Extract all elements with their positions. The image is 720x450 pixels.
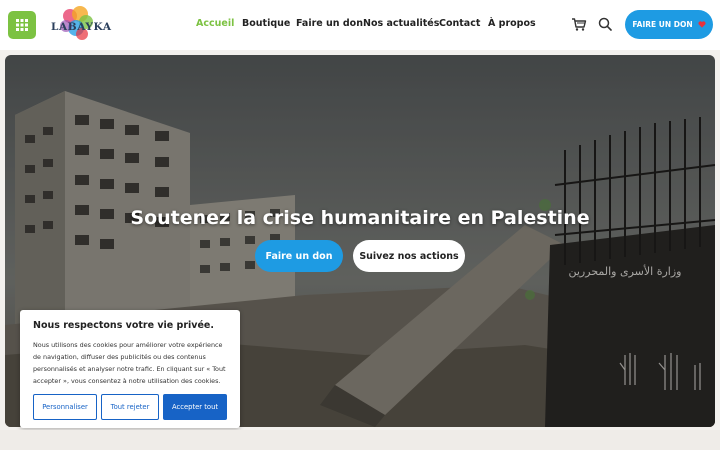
hero-follow-button[interactable]: Suivez nos actions xyxy=(353,240,465,272)
nav-item-boutique[interactable]: Boutique xyxy=(242,18,290,29)
hero-title: Soutenez la crise humanitaire en Palesti… xyxy=(130,207,590,229)
nav-item-faire-un-don[interactable]: Faire un don xyxy=(296,18,363,29)
logo-text: LABAYKA xyxy=(51,21,112,33)
cookie-reject-button[interactable]: Tout rejeter xyxy=(101,394,159,420)
nav-item-actualites[interactable]: Nos actualités xyxy=(363,18,439,29)
donate-header-button[interactable]: FAIRE UN DON xyxy=(625,10,713,39)
heart-icon xyxy=(698,21,706,28)
nav-item-accueil[interactable]: Accueil xyxy=(196,18,234,29)
cookie-title: Nous respectons votre vie privée. xyxy=(33,320,214,331)
donate-header-label: FAIRE UN DON xyxy=(632,20,693,29)
menu-grid-button[interactable] xyxy=(8,11,36,39)
site-header: LABAYKA Accueil Boutique Faire un don No… xyxy=(0,0,720,50)
hero-donate-button[interactable]: Faire un don xyxy=(255,240,343,272)
cookie-consent-banner: Nous respectons votre vie privée. Nous u… xyxy=(20,310,240,428)
nav-item-contact[interactable]: Contact xyxy=(439,18,480,29)
nav-item-a-propos[interactable]: À propos xyxy=(488,18,536,29)
cart-icon[interactable] xyxy=(571,16,587,32)
page-bottom-strip xyxy=(0,430,720,450)
cookie-customize-button[interactable]: Personnaliser xyxy=(33,394,97,420)
cookie-accept-button[interactable]: Accepter tout xyxy=(163,394,227,420)
search-icon[interactable] xyxy=(598,17,612,31)
grid-icon xyxy=(16,19,28,31)
site-logo[interactable]: LABAYKA xyxy=(48,6,111,44)
cookie-text: Nous utilisons des cookies pour améliore… xyxy=(33,341,226,385)
